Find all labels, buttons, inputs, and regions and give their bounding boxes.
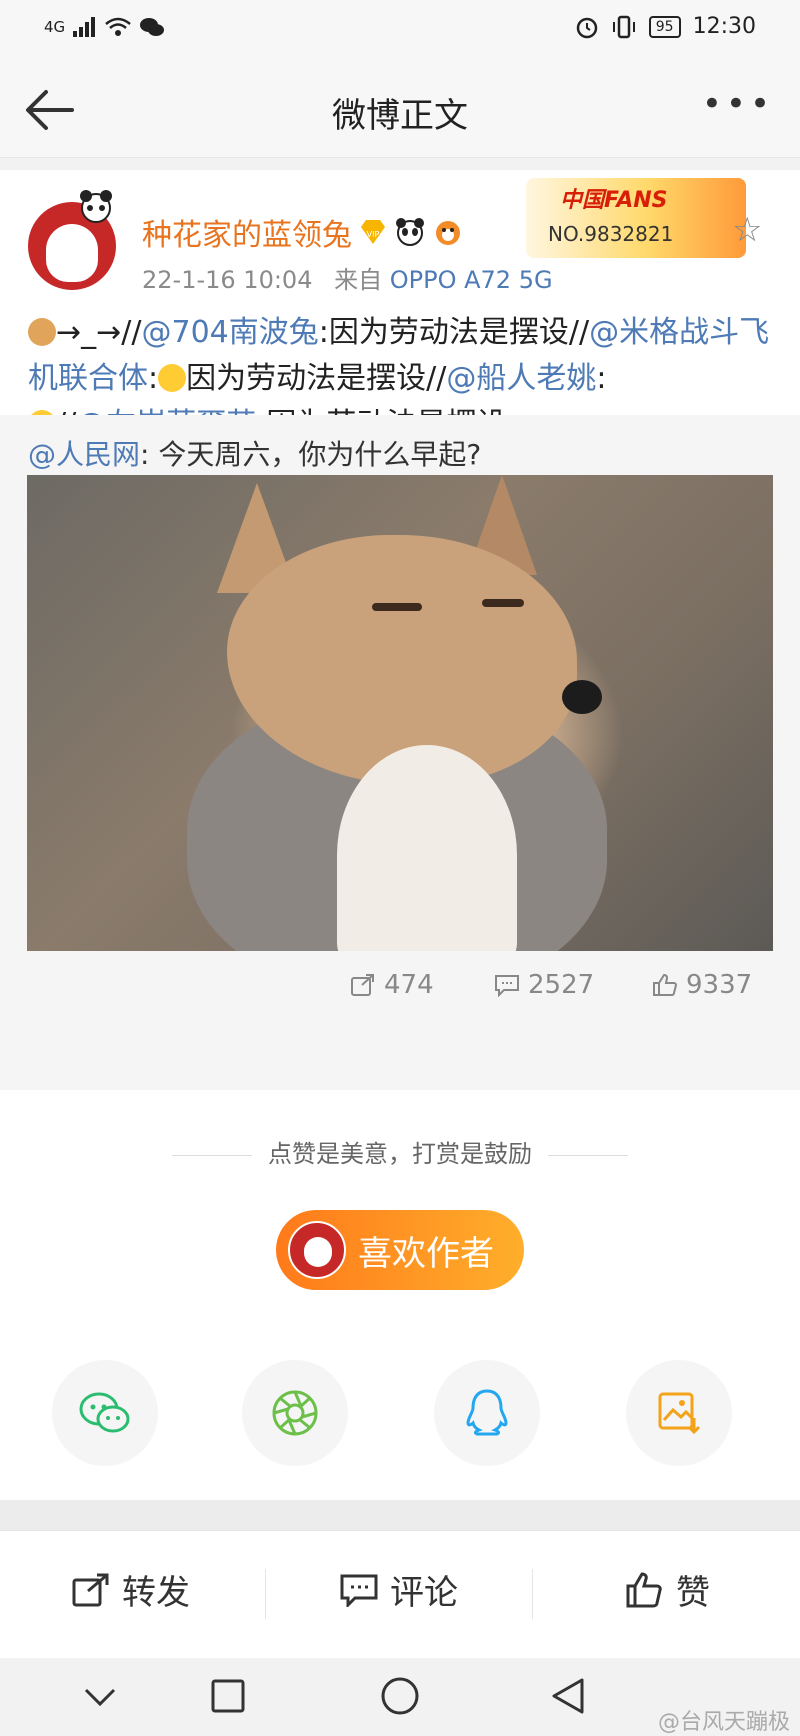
- repost-label: 转发: [122, 1573, 190, 1613]
- page-title: 微博正文: [332, 96, 468, 136]
- panda-badge-icon: [80, 190, 112, 223]
- favorite-star-icon[interactable]: ☆: [732, 210, 762, 250]
- status-bar: 4G 95 12:30: [0, 0, 800, 62]
- share-moments-button[interactable]: [242, 1360, 348, 1466]
- repost-icon: [72, 1573, 109, 1606]
- body-seg: →_→//: [56, 315, 142, 350]
- panda-icon: [396, 218, 424, 246]
- laugh-emoji-icon: [158, 364, 187, 392]
- repost-count-value: 474: [384, 970, 434, 1000]
- recent-apps-icon[interactable]: [210, 1678, 246, 1714]
- fans-badge[interactable]: 中国FANS NO.9832821: [526, 178, 746, 258]
- retweet-image[interactable]: [27, 475, 773, 951]
- body-seg: :因为劳动法是摆设//: [318, 315, 590, 350]
- bottom-action-bar: 转发 评论 赞: [0, 1530, 800, 1658]
- comment-icon: [495, 975, 519, 997]
- retweet-author[interactable]: @人民网: [28, 438, 140, 471]
- clock: 12:30: [692, 14, 756, 39]
- rabbit-face: [46, 224, 98, 282]
- top-nav: 微博正文 •••: [0, 62, 800, 158]
- like-label: 赞: [676, 1573, 710, 1613]
- battery-indicator: 95: [648, 15, 681, 38]
- like-author-button[interactable]: 喜欢作者: [276, 1210, 524, 1290]
- comment-icon: [340, 1574, 378, 1607]
- post-time: 22-1-16 10:04: [142, 266, 313, 294]
- mention-link[interactable]: @船人老姚: [446, 361, 596, 396]
- fox-eye: [372, 603, 422, 611]
- moments-icon: [272, 1390, 318, 1436]
- signal-icon: [73, 17, 96, 37]
- like-button[interactable]: 赞: [626, 1565, 710, 1614]
- status-right: 95 12:30: [575, 14, 756, 39]
- comment-label: 评论: [390, 1573, 458, 1613]
- share-save-image-button[interactable]: [626, 1360, 732, 1466]
- share-wechat-button[interactable]: [52, 1360, 158, 1466]
- comment-button[interactable]: 评论: [340, 1565, 458, 1614]
- author-name[interactable]: 种花家的蓝领兔: [142, 210, 352, 254]
- fox-eye: [482, 599, 524, 607]
- watermark: @台风天蹦极: [657, 1710, 790, 1735]
- author-mini-avatar: [288, 1221, 346, 1279]
- like-count[interactable]: 9337: [652, 970, 752, 1000]
- action-separator: [532, 1569, 533, 1619]
- qq-icon: [466, 1389, 508, 1436]
- source-prefix: 来自: [334, 266, 383, 294]
- wechat-icon: [79, 1392, 130, 1433]
- body-seg: :: [596, 361, 607, 396]
- post-meta: 22-1-16 10:04 来自 OPPO A72 5G: [142, 260, 553, 295]
- fox-chest: [337, 745, 517, 951]
- save-image-icon: [658, 1392, 701, 1435]
- author-name-row: 种花家的蓝领兔 VIP: [142, 210, 464, 254]
- vibrate-icon: [612, 15, 635, 38]
- action-separator: [265, 1569, 266, 1619]
- like-count-value: 9337: [686, 970, 753, 1000]
- repost-icon: [351, 974, 374, 996]
- fans-badge-title: 中国FANS: [560, 188, 668, 213]
- chevron-down-icon[interactable]: [82, 1682, 118, 1712]
- svg-text:VIP: VIP: [367, 230, 380, 239]
- status-left: 4G: [44, 16, 165, 38]
- fans-badge-number: NO.9832821: [548, 222, 674, 246]
- back-triangle-icon[interactable]: [548, 1676, 588, 1716]
- body-seg: :: [148, 361, 159, 396]
- repost-button[interactable]: 转发: [72, 1565, 190, 1614]
- wifi-icon: [105, 17, 131, 36]
- cat-emoji-icon: [28, 318, 56, 346]
- home-icon[interactable]: [380, 1676, 420, 1716]
- section-divider: [0, 1500, 800, 1530]
- retweet-block[interactable]: @人民网: 今天周六，你为什么早起? 474 2527 9337: [0, 415, 800, 1090]
- thumbs-up-icon: [653, 973, 678, 996]
- vip-icon: VIP: [361, 220, 385, 244]
- share-qq-button[interactable]: [434, 1360, 540, 1466]
- thumbs-up-icon: [626, 1571, 662, 1607]
- mention-link[interactable]: @704南波兔: [142, 315, 319, 350]
- retweet-text: @人民网: 今天周六，你为什么早起?: [28, 433, 481, 473]
- repost-count[interactable]: 474: [350, 970, 434, 1000]
- alarm-icon: [576, 17, 598, 38]
- signal-label: 4G: [44, 18, 66, 36]
- retweet-content: : 今天周六，你为什么早起?: [140, 438, 482, 471]
- fox-nose: [562, 680, 602, 714]
- reward-section: 点赞是美意，打赏是鼓励 喜欢作者: [0, 1090, 800, 1500]
- reward-slogan-text: 点赞是美意，打赏是鼓励: [268, 1140, 532, 1168]
- comment-count-value: 2527: [528, 970, 595, 1000]
- like-author-label: 喜欢作者: [358, 1233, 494, 1274]
- comment-count[interactable]: 2527: [494, 970, 594, 1000]
- reward-slogan: 点赞是美意，打赏是鼓励: [0, 1134, 800, 1169]
- wechat-status-icon: [140, 18, 165, 36]
- post-source[interactable]: OPPO A72 5G: [390, 266, 553, 294]
- body-seg: 因为劳动法是摆设//: [186, 361, 447, 396]
- tiger-icon: [436, 221, 460, 245]
- more-dots-icon[interactable]: •••: [702, 84, 774, 124]
